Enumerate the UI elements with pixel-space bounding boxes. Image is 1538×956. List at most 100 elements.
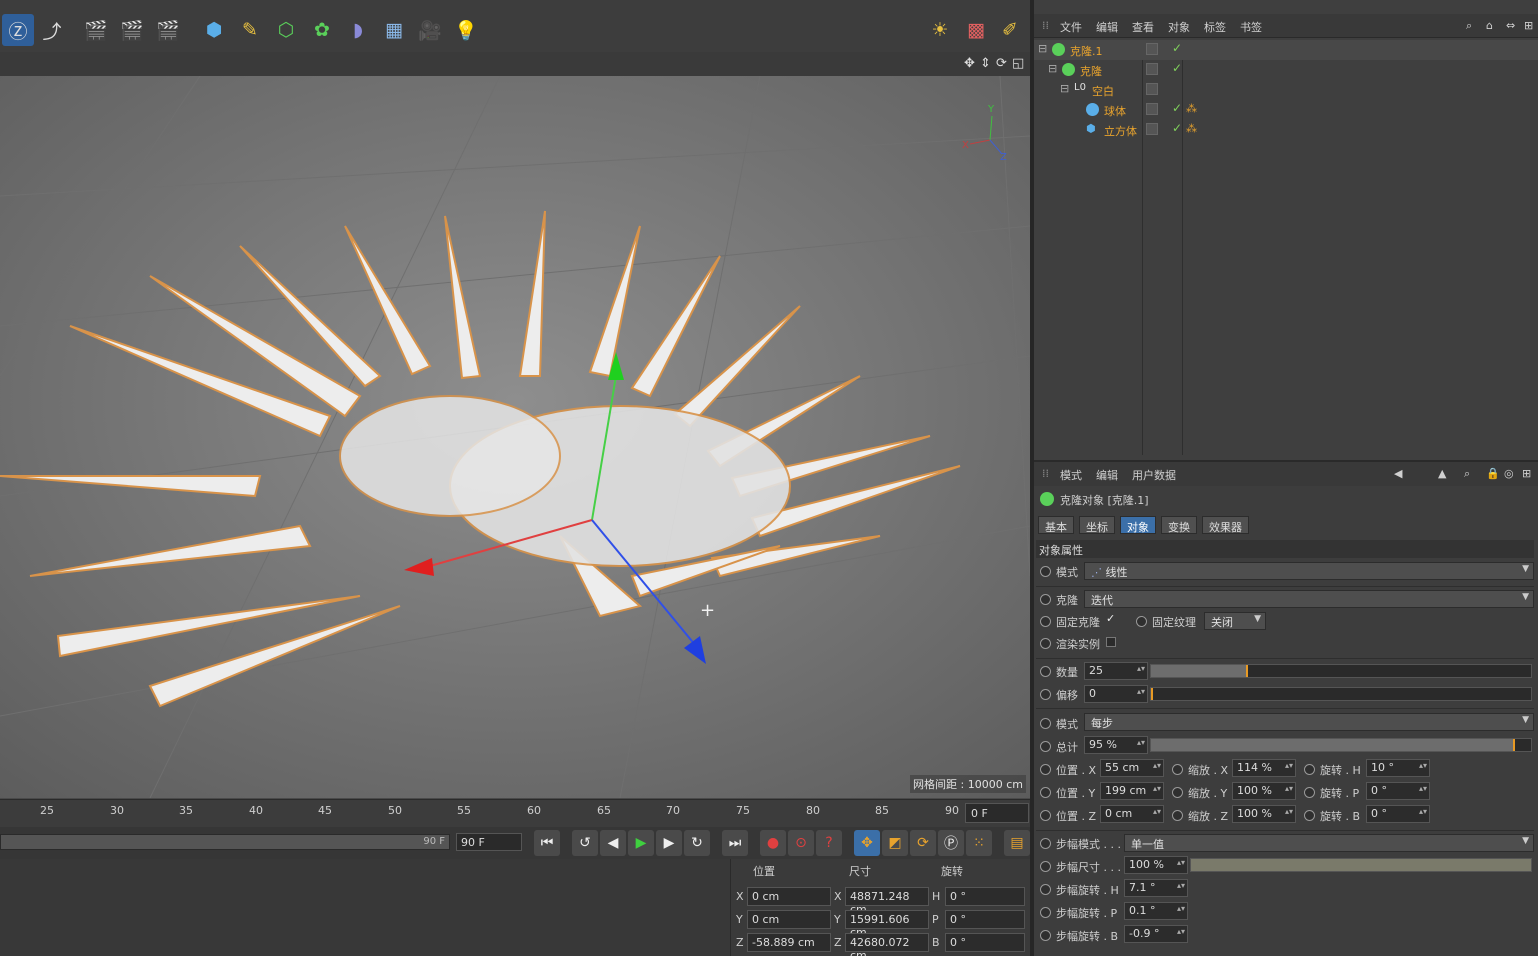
size-y-field[interactable]: 15991.606 cm	[845, 910, 929, 939]
animate-radio[interactable]	[1040, 689, 1051, 700]
rot-h-field[interactable]: 0 °	[945, 887, 1025, 906]
animate-radio[interactable]	[1040, 566, 1051, 577]
menu-edit[interactable]: 编辑	[1096, 467, 1118, 483]
animate-radio[interactable]	[1040, 787, 1051, 798]
current-frame-field[interactable]: 0 F	[965, 803, 1029, 823]
layer-icon[interactable]	[1146, 43, 1158, 55]
lock-icon[interactable]: 🔒	[1486, 467, 1500, 480]
camera-icon[interactable]: 🎥	[414, 14, 446, 46]
go-to-start-icon[interactable]: ⏮	[534, 830, 560, 856]
size-z-field[interactable]: 42680.072 cm	[845, 933, 929, 956]
next-frame-icon[interactable]: ▶	[656, 830, 682, 856]
rot-b-field[interactable]: 0 °	[945, 933, 1025, 952]
cube-primitive-icon[interactable]: ⬢	[198, 14, 230, 46]
back-arrow-icon[interactable]: ◀	[1394, 467, 1402, 480]
animate-radio[interactable]	[1040, 616, 1051, 627]
object-name[interactable]: 克隆.1	[1070, 43, 1103, 59]
object-row[interactable]: ⬢ 立方体 ✓ ⁂	[1034, 120, 1538, 140]
new-window-icon[interactable]: ⊞	[1522, 467, 1531, 480]
scale-z-input[interactable]: 100 % ▴▾	[1232, 805, 1296, 823]
material-tag-icon[interactable]: ⁂	[1186, 122, 1197, 135]
pos-y-field[interactable]: 0 cm	[747, 910, 831, 929]
film-strip-icon[interactable]: ▤	[1004, 830, 1030, 856]
step-rot-p-input[interactable]: 0.1 ° ▴▾	[1124, 902, 1188, 920]
floor-icon[interactable]: ▦	[378, 14, 410, 46]
step-value-dropdown[interactable]: 单一值 ▼	[1124, 834, 1534, 852]
step-rot-h-input[interactable]: 7.1 ° ▴▾	[1124, 879, 1188, 897]
offset-slider[interactable]	[1150, 687, 1532, 701]
animate-radio[interactable]	[1040, 930, 1051, 941]
animate-radio[interactable]	[1040, 764, 1051, 775]
mode-dropdown[interactable]: ⋰ 线性 ▼	[1084, 562, 1534, 580]
clone-dropdown[interactable]: 迭代 ▼	[1084, 590, 1534, 608]
animate-radio[interactable]	[1040, 718, 1051, 729]
key-scale-icon[interactable]: ◩	[882, 830, 908, 856]
prev-frame-icon[interactable]: ◀	[600, 830, 626, 856]
enabled-check-icon[interactable]: ✓	[1172, 101, 1182, 115]
count-slider[interactable]	[1150, 664, 1532, 678]
fix-texture-dropdown[interactable]: 关闭 ▼	[1204, 612, 1266, 630]
animate-radio[interactable]	[1136, 616, 1147, 627]
animate-radio[interactable]	[1040, 838, 1051, 849]
animate-radio[interactable]	[1040, 666, 1051, 677]
tab-coord[interactable]: 坐标	[1079, 516, 1115, 534]
animate-radio[interactable]	[1172, 810, 1183, 821]
enabled-check-icon[interactable]: ✓	[1172, 61, 1182, 75]
material-tag-icon[interactable]: ⁂	[1186, 102, 1197, 115]
go-to-end-icon[interactable]: ⏭	[722, 830, 748, 856]
scene-render[interactable]: Y X Z +	[0, 76, 1030, 798]
rot-p-field[interactable]: 0 °	[945, 910, 1025, 929]
render-settings-icon[interactable]: 🎬	[152, 14, 184, 46]
search-icon[interactable]: ⌕	[1464, 467, 1470, 481]
render-instances-checkbox[interactable]	[1106, 637, 1116, 647]
pos-z-input[interactable]: 0 cm ▴▾	[1100, 805, 1164, 823]
render-view-icon[interactable]: 🎬	[80, 14, 112, 46]
menu-edit[interactable]: 编辑	[1096, 19, 1118, 35]
maximize-view-icon[interactable]: ◱	[1012, 56, 1024, 71]
preview-range-slider[interactable]: 90 F	[0, 834, 450, 850]
key-pla-icon[interactable]: ⁙	[966, 830, 992, 856]
animate-radio[interactable]	[1040, 861, 1051, 872]
subdivision-icon[interactable]: ⬡	[270, 14, 302, 46]
play-icon[interactable]: ▶	[628, 830, 654, 856]
animate-radio[interactable]	[1172, 764, 1183, 775]
home-icon[interactable]: ⌂	[1486, 19, 1493, 32]
tab-object[interactable]: 对象	[1120, 516, 1156, 534]
animate-radio[interactable]	[1040, 884, 1051, 895]
autokey-icon[interactable]: ⊙	[788, 830, 814, 856]
light-icon[interactable]: 💡	[450, 14, 482, 46]
scale-y-input[interactable]: 100 % ▴▾	[1232, 782, 1296, 800]
scale-x-input[interactable]: 114 % ▴▾	[1232, 759, 1296, 777]
object-name[interactable]: 立方体	[1104, 123, 1137, 139]
enabled-check-icon[interactable]: ✓	[1172, 121, 1182, 135]
total-field[interactable]: 95 % ▴▾	[1084, 736, 1148, 754]
offset-field[interactable]: 0 ▴▾	[1084, 685, 1148, 703]
step-rot-b-input[interactable]: -0.9 ° ▴▾	[1124, 925, 1188, 943]
object-name[interactable]: 空白	[1092, 83, 1114, 99]
object-name[interactable]: 克隆	[1080, 63, 1102, 79]
object-row[interactable]: ⊟ L0 空白	[1034, 80, 1538, 100]
menu-tags[interactable]: 标签	[1204, 19, 1226, 35]
3d-viewport[interactable]: ✥ ⇕ ⟳ ◱ Y X Z + 网格间距: 10000 cm	[0, 52, 1032, 799]
key-parameter-icon[interactable]: Ⓟ	[938, 830, 964, 856]
menu-user-data[interactable]: 用户数据	[1132, 467, 1176, 483]
step-mode-dropdown[interactable]: 每步 ▼	[1084, 713, 1534, 731]
search-icon[interactable]: ⌕	[1466, 19, 1472, 33]
pan-view-icon[interactable]: ⇕	[980, 56, 991, 71]
menu-view[interactable]: 查看	[1132, 19, 1154, 35]
tab-effectors[interactable]: 效果器	[1202, 516, 1249, 534]
menu-bookmarks[interactable]: 书签	[1240, 19, 1262, 35]
animate-radio[interactable]	[1304, 787, 1315, 798]
up-arrow-icon[interactable]: ▲	[1438, 467, 1446, 480]
key-rotation-icon[interactable]: ⟳	[910, 830, 936, 856]
target-icon[interactable]: ◎	[1504, 467, 1514, 480]
object-row[interactable]: ⊟ 克隆.1 ✓	[1034, 40, 1538, 60]
animate-radio[interactable]	[1172, 787, 1183, 798]
layer-icon[interactable]	[1146, 123, 1158, 135]
prev-key-icon[interactable]: ↺	[572, 830, 598, 856]
object-name[interactable]: 球体	[1104, 103, 1126, 119]
pos-x-input[interactable]: 55 cm ▴▾	[1100, 759, 1164, 777]
pen-spline-icon[interactable]: ✎	[234, 14, 266, 46]
step-size-slider[interactable]	[1190, 858, 1532, 872]
object-row[interactable]: 球体 ✓ ⁂	[1034, 100, 1538, 120]
